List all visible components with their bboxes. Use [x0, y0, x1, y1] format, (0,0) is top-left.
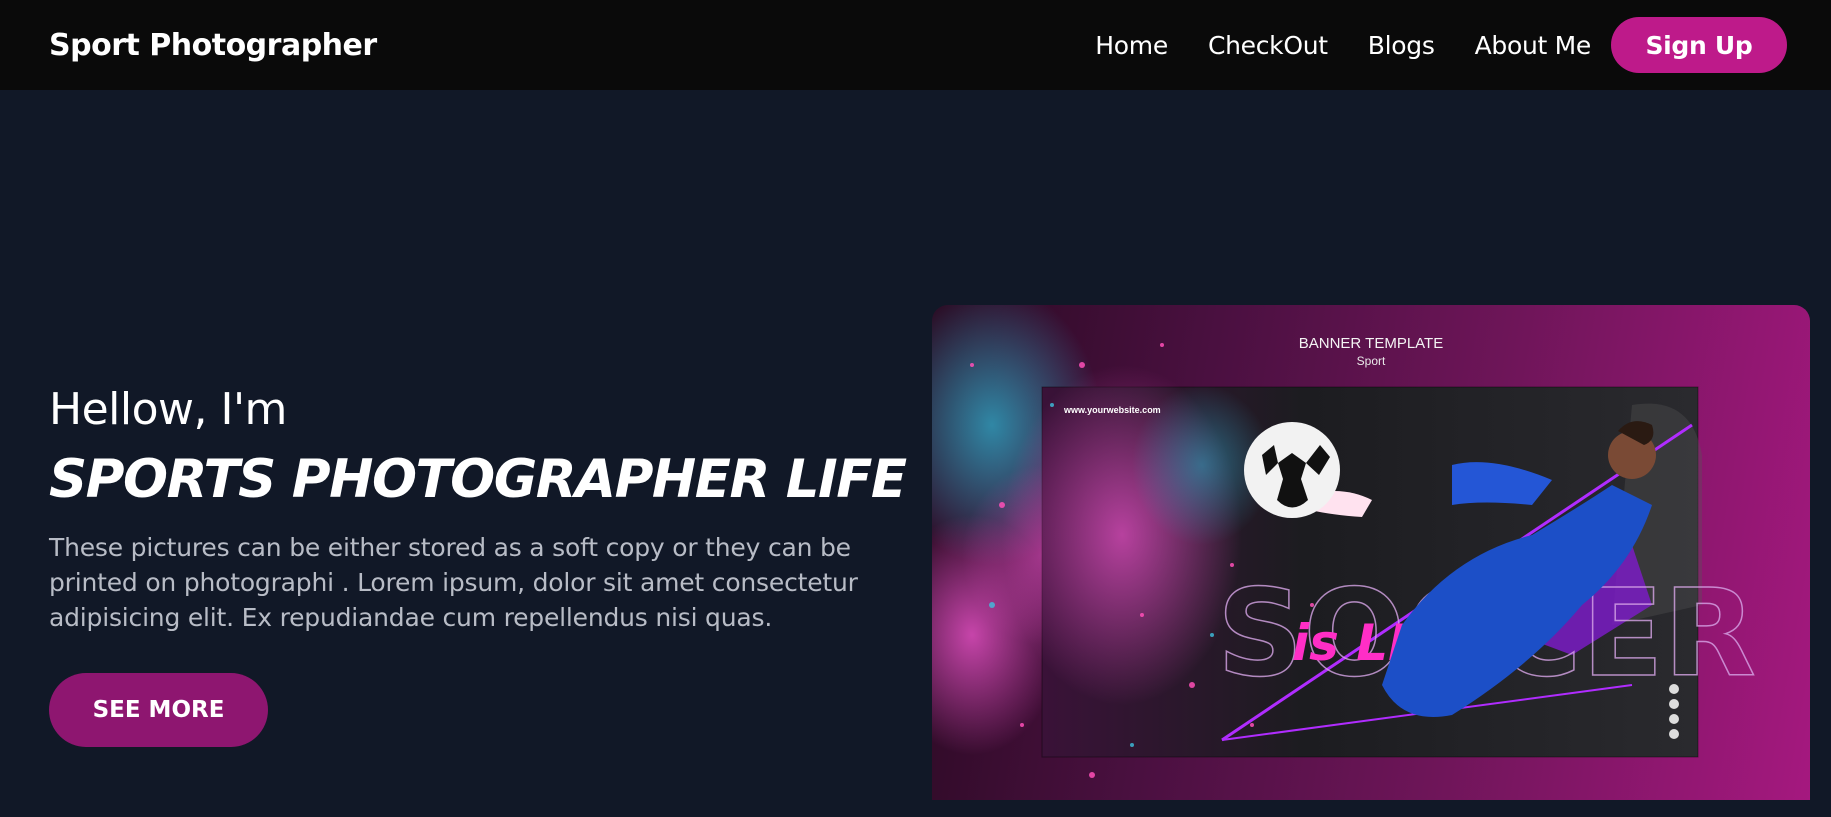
nav-link-checkout[interactable]: CheckOut	[1208, 31, 1328, 60]
nav-link-blogs[interactable]: Blogs	[1368, 31, 1435, 60]
banner-title: BANNER TEMPLATE	[1298, 335, 1444, 352]
soccer-banner-illustration: SOCCER is LIFE	[932, 305, 1757, 778]
hero-text: Hellow, I'm SPORTS PHOTOGRAPHER LIFE The…	[49, 380, 929, 635]
see-more-button[interactable]: SEE MORE	[49, 673, 268, 747]
banner-url: www.yourwebsite.com	[1064, 405, 1161, 415]
nav-link-about-me[interactable]: About Me	[1475, 31, 1592, 60]
hero-greeting: Hellow, I'm	[49, 384, 287, 435]
hero-image: SOCCER is LIFE BANNER TEMPLATE Sport www…	[932, 305, 1810, 800]
hero-description: These pictures can be either stored as a…	[49, 533, 858, 632]
nav-link-home[interactable]: Home	[1095, 31, 1168, 60]
brand-logo[interactable]: Sport Photographer	[49, 28, 377, 63]
hero-headline: SPORTS PHOTOGRAPHER LIFE	[49, 449, 907, 510]
nav-links: Home CheckOut Blogs About Me Sign Up	[1095, 17, 1787, 73]
navbar: Sport Photographer Home CheckOut Blogs A…	[0, 0, 1831, 90]
banner-subtitle: Sport	[1356, 354, 1386, 368]
sign-up-button[interactable]: Sign Up	[1611, 17, 1787, 73]
